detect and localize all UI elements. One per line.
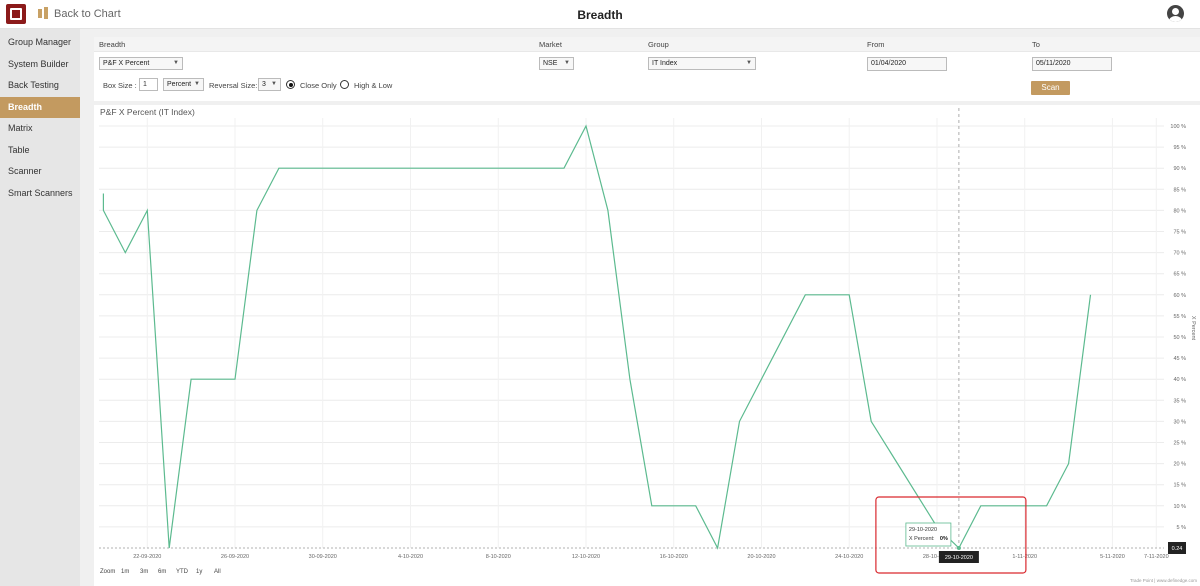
breadth-line-chart[interactable]: P&F X Percent (IT Index) 5 % 10 % 15 % 20 % 2… [94,105,1200,586]
from-header: From [867,40,885,49]
tooltip-value: 0% [940,536,948,542]
zoom-option-all[interactable]: All [214,569,221,575]
chart-panel: P&F X Percent (IT Index) 5 % 10 % 15 % 20 % 2… [94,105,1200,586]
chevron-down-icon: ▼ [173,60,179,66]
y-tick-label: 75 % [1173,230,1186,236]
chevron-down-icon: ▼ [564,60,570,66]
market-select[interactable]: NSE ▼ [539,57,574,70]
y-tick-label: 70 % [1173,251,1186,257]
chevron-down-icon: ▼ [271,81,277,87]
x-tick-label: 20-10-2020 [747,554,775,560]
y-tick-label: 80 % [1173,208,1186,214]
y-tick-label: 25 % [1173,441,1186,447]
y-tick-label: 15 % [1173,483,1186,489]
y-tick-label: 35 % [1173,398,1186,404]
zoom-label: Zoom [100,569,115,575]
back-to-chart-label: Back to Chart [54,7,121,20]
credit-text: Trade Point | www.definedge.com [1130,578,1197,583]
high-low-radio[interactable] [340,80,349,89]
y-tick-label: 20 % [1173,462,1186,468]
x-tick-label: 30-09-2020 [309,554,337,560]
x-tick-label: 12-10-2020 [572,554,600,560]
group-header: Group [648,40,669,49]
y-tick-label: 100 % [1170,124,1186,130]
sidebar-item-group-manager[interactable]: Group Manager [0,32,80,54]
x-tick-label: 4-10-2020 [398,554,423,560]
box-type-select[interactable]: Percent ▼ [163,78,204,91]
zoom-option-1y[interactable]: 1y [196,569,202,575]
chevron-down-icon: ▼ [746,60,752,66]
y-axis-label: X Percent [1190,316,1196,341]
y-tick-label: 65 % [1173,272,1186,278]
reversal-size-select[interactable]: 3 ▼ [258,78,281,91]
scan-button[interactable]: Scan [1031,81,1070,95]
tradepoint-logo-icon[interactable] [6,4,26,24]
from-date-input[interactable]: 01/04/2020 [867,57,947,71]
filter-header: Breadth Market Group From To [94,37,1200,52]
sidebar-item-back-testing[interactable]: Back Testing [0,75,80,97]
x-tick-label: 26-09-2020 [221,554,249,560]
market-header: Market [539,40,562,49]
box-size-input[interactable]: 1 [139,78,158,91]
breadth-select[interactable]: P&F X Percent ▼ [99,57,183,70]
to-header: To [1032,40,1040,49]
zoom-option-ytd[interactable]: YTD [176,569,189,575]
tooltip-series-label: X Percent: [909,536,935,542]
data-point-marker [956,546,961,550]
x-tick-label: 8-10-2020 [486,554,511,560]
chevron-down-icon: ▼ [194,81,200,87]
sidebar: Group Manager System Builder Back Testin… [0,29,80,586]
y-tick-label: 95 % [1173,145,1186,151]
candlestick-icon [38,7,50,20]
reversal-size-label: Reversal Size: [209,81,258,90]
top-bar: Back to Chart Breadth [0,0,1200,29]
x-tick-label: 24-10-2020 [835,554,863,560]
y-tick-label: 60 % [1173,293,1186,299]
zoom-option-6m[interactable]: 6m [158,569,166,575]
sidebar-item-breadth[interactable]: Breadth [0,96,80,118]
y-tick-label: 85 % [1173,187,1186,193]
group-select-value: IT Index [652,60,678,67]
x-tick-label: 16-10-2020 [660,554,688,560]
y-tick-label: 55 % [1173,314,1186,320]
y-tick-label: 5 % [1177,525,1187,531]
crosshair-y-label: 0.24 [1172,546,1183,552]
filter-panel: Breadth Market Group From To P&F X Perce… [94,37,1200,101]
sidebar-item-matrix[interactable]: Matrix [0,118,80,140]
reversal-size-value: 3 [262,81,266,88]
x-tick-label: 1-11-2020 [1012,554,1037,560]
close-only-radio[interactable] [286,80,295,89]
breadth-select-value: P&F X Percent [103,60,150,67]
y-tick-label: 40 % [1173,377,1186,383]
x-tick-label: 22-09-2020 [133,554,161,560]
to-date-input[interactable]: 05/11/2020 [1032,57,1112,71]
close-only-label: Close Only [300,81,337,90]
sidebar-item-smart-scanners[interactable]: Smart Scanners [0,183,80,205]
user-account-icon[interactable] [1167,5,1184,22]
zoom-option-1m[interactable]: 1m [121,569,129,575]
tooltip-date: 29-10-2020 [909,527,937,533]
zoom-option-3m[interactable]: 3m [140,569,148,575]
y-tick-label: 90 % [1173,166,1186,172]
y-tick-label: 10 % [1173,504,1186,510]
y-tick-label: 30 % [1173,419,1186,425]
sidebar-item-system-builder[interactable]: System Builder [0,54,80,76]
crosshair-x-label: 29-10-2020 [945,555,973,561]
x-tick-label: 7-11-2020 [1144,554,1169,560]
x-tick-label: 5-11-2020 [1100,554,1125,560]
box-size-label: Box Size : [103,81,137,90]
breadth-header: Breadth [99,40,126,49]
market-select-value: NSE [543,60,558,67]
y-tick-label: 50 % [1173,335,1186,341]
back-to-chart-link[interactable]: Back to Chart [38,7,121,20]
main-area: Breadth Market Group From To P&F X Perce… [80,29,1200,586]
group-select[interactable]: IT Index ▼ [648,57,756,70]
high-low-label: High & Low [354,81,393,90]
chart-title: P&F X Percent (IT Index) [100,107,195,117]
box-type-value: Percent [167,81,192,88]
sidebar-item-table[interactable]: Table [0,140,80,162]
sidebar-item-scanner[interactable]: Scanner [0,161,80,183]
y-tick-label: 45 % [1173,356,1186,362]
page-title: Breadth [577,8,623,22]
